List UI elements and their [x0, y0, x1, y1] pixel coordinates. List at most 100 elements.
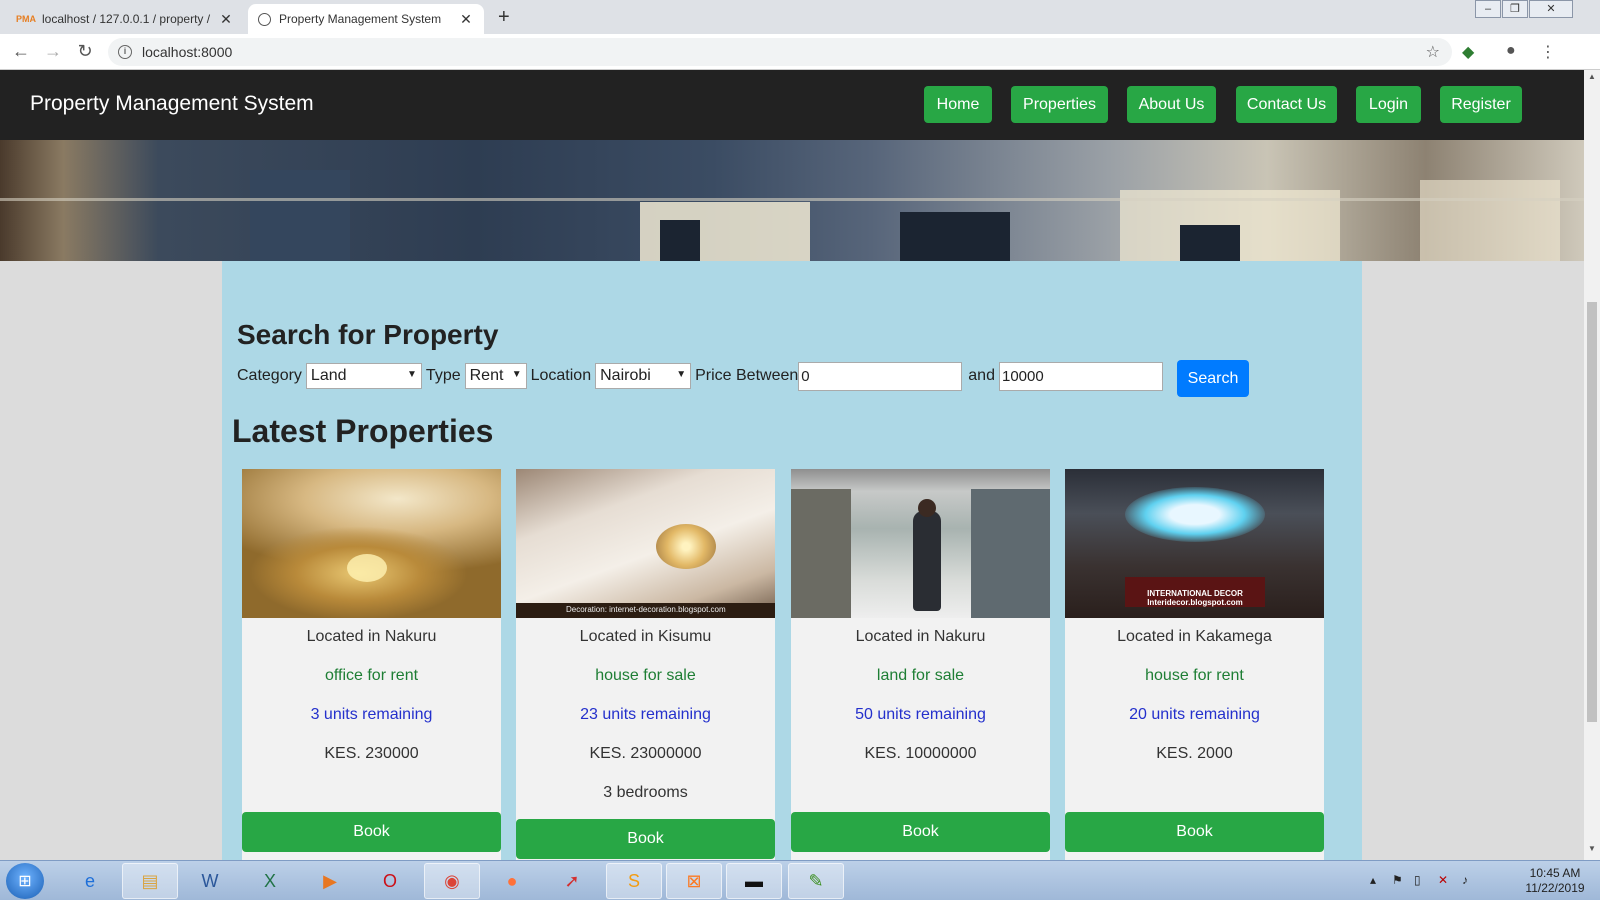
- start-button-icon[interactable]: ⊞: [6, 863, 44, 899]
- tab-title: localhost / 127.0.0.1 / property /: [42, 12, 211, 26]
- clock-date: 11/22/2019: [1525, 881, 1585, 895]
- property-units: 3 units remaining: [310, 706, 433, 723]
- notepad-plus-icon[interactable]: ✎: [788, 863, 844, 899]
- action-center-flag-icon[interactable]: ⚑: [1392, 873, 1403, 887]
- tab-title: Property Management System: [279, 12, 442, 26]
- property-photo[interactable]: Decoration: internet-decoration.blogspot…: [516, 469, 775, 618]
- volume-icon[interactable]: ♪: [1462, 873, 1468, 887]
- info-icon[interactable]: i: [118, 45, 132, 59]
- book-button[interactable]: Book: [791, 812, 1050, 852]
- property-units: 50 units remaining: [855, 706, 986, 723]
- gps-tool-icon[interactable]: ➚: [544, 863, 600, 899]
- latest-properties-heading: Latest Properties: [232, 413, 494, 449]
- property-photo[interactable]: [242, 469, 501, 618]
- excel-icon[interactable]: X: [242, 863, 298, 899]
- nav-properties-button[interactable]: Properties: [1011, 86, 1108, 123]
- property-card: INTERNATIONAL DECOR Interidecor.blogspot…: [1065, 469, 1324, 860]
- property-units: 23 units remaining: [580, 706, 711, 723]
- page-scrollbar[interactable]: ▲ ▼: [1584, 70, 1600, 860]
- window-controls: – ❐ ✕: [1474, 0, 1573, 18]
- type-select[interactable]: Rent ▼: [464, 363, 527, 389]
- account-icon[interactable]: ●: [1506, 42, 1516, 60]
- property-location: Located in Nakuru: [855, 628, 986, 645]
- word-icon[interactable]: W: [182, 863, 238, 899]
- location-select-value: Nairobi: [600, 367, 651, 384]
- photo-caption: Decoration: internet-decoration.blogspot…: [566, 605, 726, 614]
- property-location: Located in Kakamega: [1117, 628, 1272, 645]
- tab-property-management[interactable]: Property Management System ✕: [248, 4, 484, 34]
- address-bar[interactable]: i localhost:8000 ☆: [108, 38, 1452, 66]
- location-label: Location: [530, 367, 592, 384]
- property-location: Located in Kisumu: [579, 628, 712, 645]
- power-icon[interactable]: ▯: [1414, 873, 1421, 887]
- site-brand[interactable]: Property Management System: [30, 92, 314, 116]
- internet-explorer-icon[interactable]: e: [62, 863, 118, 899]
- property-card: Located in Nakuru land for sale 50 units…: [791, 469, 1050, 860]
- opera-icon[interactable]: O: [362, 863, 418, 899]
- book-button[interactable]: Book: [516, 819, 775, 859]
- and-label: and: [968, 367, 995, 384]
- minimize-icon[interactable]: –: [1475, 0, 1501, 18]
- scroll-down-icon[interactable]: ▼: [1584, 844, 1600, 858]
- back-icon[interactable]: ←: [10, 41, 32, 62]
- scroll-up-icon[interactable]: ▲: [1584, 72, 1600, 86]
- property-price: KES. 23000000: [589, 745, 702, 762]
- globe-icon: [258, 12, 271, 26]
- property-category: office for rent: [324, 667, 419, 684]
- firefox-icon[interactable]: ●: [484, 863, 540, 899]
- phpmyadmin-icon: PMA: [16, 14, 36, 24]
- location-select[interactable]: Nairobi ▼: [595, 363, 692, 389]
- network-icon[interactable]: ✕: [1438, 873, 1448, 887]
- type-select-value: Rent: [469, 367, 504, 384]
- file-explorer-icon[interactable]: ▤: [122, 863, 178, 899]
- tray-expand-icon[interactable]: ▴: [1370, 873, 1376, 887]
- browser-toolbar: ← → ↻ i localhost:8000 ☆ ◆ ● ⋮: [0, 34, 1600, 70]
- book-button[interactable]: Book: [1065, 812, 1324, 852]
- min-price-input[interactable]: 0: [798, 361, 963, 391]
- close-icon[interactable]: ✕: [218, 11, 234, 28]
- nav-contact-button[interactable]: Contact Us: [1236, 86, 1337, 123]
- property-price: KES. 2000: [1156, 745, 1233, 762]
- restore-icon[interactable]: ❐: [1502, 0, 1528, 18]
- xampp-icon[interactable]: ⊠: [666, 863, 722, 899]
- nav-register-button[interactable]: Register: [1440, 86, 1522, 123]
- type-label: Type: [425, 367, 461, 384]
- media-player-icon[interactable]: ▶: [302, 863, 358, 899]
- chrome-icon[interactable]: ◉: [424, 863, 480, 899]
- property-category: land for sale: [876, 667, 965, 684]
- menu-icon[interactable]: ⋮: [1540, 42, 1556, 62]
- search-button[interactable]: Search: [1177, 360, 1249, 397]
- new-tab-icon[interactable]: +: [498, 6, 510, 29]
- tab-phpmyadmin[interactable]: PMA localhost / 127.0.0.1 / property / ✕: [8, 4, 244, 34]
- forward-icon[interactable]: →: [42, 41, 64, 62]
- bookmark-star-icon[interactable]: ☆: [1426, 42, 1440, 62]
- property-photo[interactable]: [791, 469, 1050, 618]
- sublime-text-icon[interactable]: S: [606, 863, 662, 899]
- close-icon[interactable]: ✕: [458, 11, 474, 28]
- property-price: KES. 10000000: [864, 745, 977, 762]
- clock-time: 10:45 AM: [1529, 866, 1581, 880]
- extension-icon[interactable]: ◆: [1462, 42, 1474, 62]
- command-prompt-icon[interactable]: ▬: [726, 863, 782, 899]
- scrollbar-thumb[interactable]: [1587, 302, 1597, 722]
- site-navbar: Property Management System Home Properti…: [0, 70, 1584, 140]
- property-units: 20 units remaining: [1129, 706, 1260, 723]
- nav-login-button[interactable]: Login: [1356, 86, 1421, 123]
- book-button[interactable]: Book: [242, 812, 501, 852]
- property-card: Located in Nakuru office for rent 3 unit…: [242, 469, 501, 860]
- reload-icon[interactable]: ↻: [74, 41, 96, 62]
- dropdown-arrow-icon: ▼: [407, 369, 417, 380]
- category-select-value: Land: [310, 367, 347, 384]
- main-content: Search for Property Category Land ▼ Type…: [222, 261, 1362, 860]
- browser-tabstrip: PMA localhost / 127.0.0.1 / property / ✕…: [0, 0, 1600, 34]
- taskbar-clock[interactable]: 10:45 AM 11/22/2019: [1520, 866, 1590, 896]
- window-close-icon[interactable]: ✕: [1529, 0, 1573, 18]
- category-select[interactable]: Land ▼: [305, 363, 422, 389]
- max-price-input[interactable]: 10000: [998, 361, 1163, 391]
- property-photo[interactable]: INTERNATIONAL DECOR Interidecor.blogspot…: [1065, 469, 1324, 618]
- nav-home-button[interactable]: Home: [924, 86, 992, 123]
- nav-about-button[interactable]: About Us: [1127, 86, 1216, 123]
- property-category: house for rent: [1145, 667, 1244, 684]
- search-form: Category Land ▼ Type Rent ▼ Location Nai…: [237, 361, 1167, 391]
- web-page: Property Management System Home Properti…: [0, 70, 1584, 860]
